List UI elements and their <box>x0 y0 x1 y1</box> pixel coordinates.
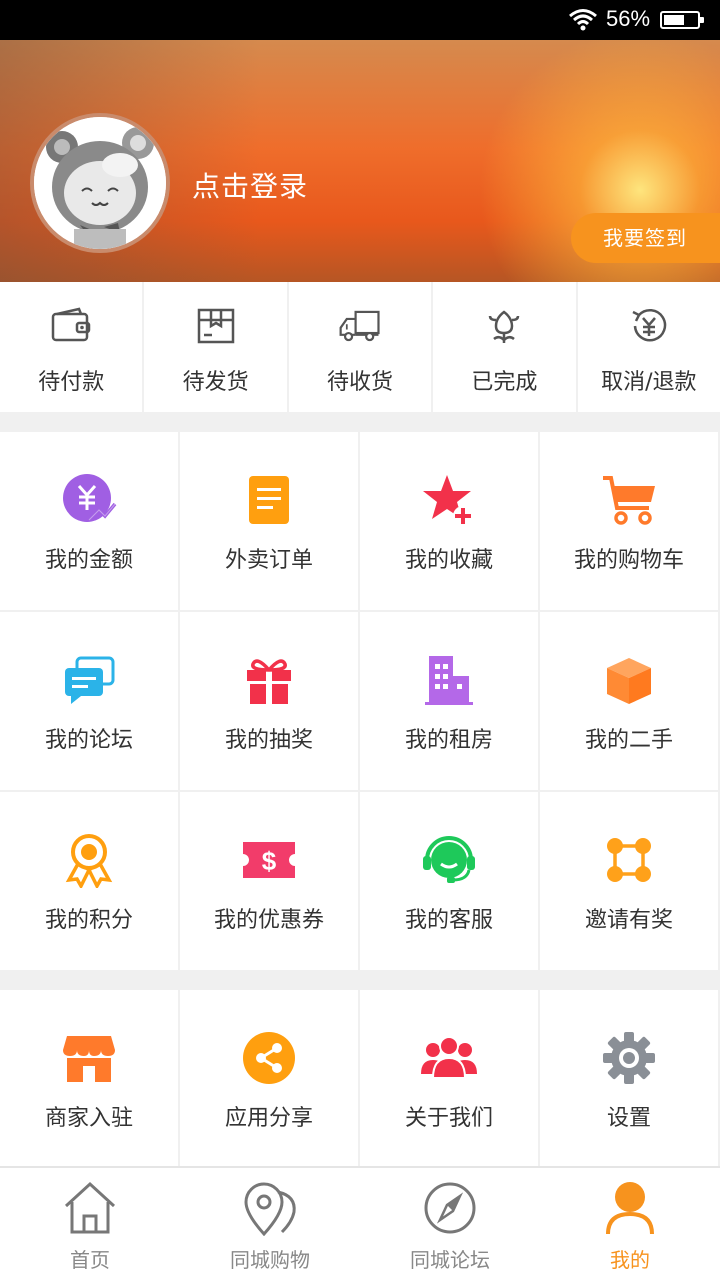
shopping-cart-icon <box>603 476 655 525</box>
battery-icon <box>660 11 704 29</box>
compass-icon <box>424 1182 476 1234</box>
menu-takeout-orders[interactable]: 外卖订单 <box>180 432 358 610</box>
status-bar: 56% <box>0 0 720 40</box>
user-profile-icon <box>606 1182 654 1235</box>
money-yuan-icon <box>63 474 117 522</box>
menu-my-coupons[interactable]: $ 我的优惠券 <box>180 792 358 970</box>
order-pending-receipt[interactable]: 待收货 <box>289 282 434 412</box>
menu-invite-reward[interactable]: 邀请有奖 <box>540 792 718 970</box>
menu-label: 设置 <box>606 1106 651 1131</box>
menu-label: 我的租房 <box>404 728 493 753</box>
chat-bubbles-icon <box>65 656 115 704</box>
order-label: 已完成 <box>471 370 538 395</box>
order-label: 待付款 <box>38 370 105 395</box>
menu-my-balance[interactable]: 我的金额 <box>0 432 178 610</box>
order-pending-payment[interactable]: 待付款 <box>0 282 145 412</box>
menu-app-share[interactable]: 应用分享 <box>180 990 358 1168</box>
package-box-icon <box>197 308 234 344</box>
login-prompt[interactable]: 点击登录 <box>192 165 308 205</box>
nav-local-forum[interactable]: 同城论坛 <box>360 1168 540 1280</box>
menu-customer-service[interactable]: 我的客服 <box>360 792 538 970</box>
location-map-icon <box>244 1182 296 1236</box>
menu-grid-secondary: 商家入驻 应用分享 关于我们 设置 <box>0 990 720 1168</box>
menu-label: 我的二手 <box>584 728 673 753</box>
menu-my-points[interactable]: 我的积分 <box>0 792 178 970</box>
wallet-icon <box>51 307 91 342</box>
order-status-row: 待付款 待发货 待收货 已完成 取消/退款 <box>0 282 720 412</box>
nav-mine[interactable]: 我的 <box>540 1168 720 1280</box>
cube-box-icon <box>607 658 651 704</box>
gift-icon <box>247 659 291 704</box>
nav-local-shopping[interactable]: 同城购物 <box>180 1168 360 1280</box>
refund-yuan-icon <box>632 308 667 342</box>
order-document-icon <box>249 476 289 524</box>
menu-label: 我的收藏 <box>404 548 493 573</box>
menu-label: 我的积分 <box>44 908 133 933</box>
menu-label: 我的抽奖 <box>224 728 313 753</box>
bottom-nav: 首页 同城购物 同城论坛 我的 <box>0 1166 720 1280</box>
nav-label: 同城购物 <box>230 1248 310 1272</box>
nav-label: 同城论坛 <box>410 1248 490 1272</box>
order-label: 取消/退款 <box>601 370 697 395</box>
menu-settings[interactable]: 设置 <box>540 990 718 1168</box>
profile-header: 点击登录 我要签到 <box>0 40 720 282</box>
wifi-icon <box>569 9 597 31</box>
menu-about-us[interactable]: 关于我们 <box>360 990 538 1168</box>
order-cancel-refund[interactable]: 取消/退款 <box>578 282 720 412</box>
award-ribbon-icon <box>65 834 113 888</box>
menu-grid: 我的金额 外卖订单 我的收藏 我的购物车 我的论坛 我的抽奖 我的租房 我的二手… <box>0 432 720 970</box>
cartoon-bear-avatar <box>34 117 166 249</box>
menu-label: 我的金额 <box>44 548 133 573</box>
home-icon <box>64 1181 116 1234</box>
svg-text:$: $ <box>262 846 277 876</box>
nav-home[interactable]: 首页 <box>0 1168 180 1280</box>
menu-label: 我的客服 <box>404 908 493 933</box>
share-icon <box>243 1032 295 1084</box>
menu-shopping-cart[interactable]: 我的购物车 <box>540 432 718 610</box>
menu-merchant-join[interactable]: 商家入驻 <box>0 990 178 1168</box>
menu-label: 外卖订单 <box>224 548 313 573</box>
storefront-icon <box>63 1036 115 1082</box>
menu-label: 我的购物车 <box>573 548 684 573</box>
nav-label: 首页 <box>70 1248 110 1272</box>
menu-label: 邀请有奖 <box>584 908 673 933</box>
nav-label: 我的 <box>610 1248 650 1272</box>
order-label: 待收货 <box>327 370 394 395</box>
group-people-icon <box>421 1036 477 1079</box>
order-label: 待发货 <box>182 370 249 395</box>
checkin-button[interactable]: 我要签到 <box>571 213 720 263</box>
flower-icon <box>489 310 520 343</box>
menu-label: 应用分享 <box>224 1106 313 1131</box>
building-icon <box>425 656 473 705</box>
menu-label: 商家入驻 <box>44 1106 133 1131</box>
headset-icon <box>423 836 475 883</box>
menu-my-lottery[interactable]: 我的抽奖 <box>180 612 358 790</box>
avatar[interactable] <box>30 113 170 253</box>
delivery-truck-icon <box>339 310 380 342</box>
battery-percentage: 56% <box>606 6 651 31</box>
order-completed[interactable]: 已完成 <box>433 282 578 412</box>
menu-label: 我的优惠券 <box>213 908 324 933</box>
star-plus-icon <box>423 475 473 526</box>
menu-label: 我的论坛 <box>44 728 133 753</box>
menu-my-secondhand[interactable]: 我的二手 <box>540 612 718 790</box>
menu-my-forum[interactable]: 我的论坛 <box>0 612 178 790</box>
invite-nodes-icon <box>607 838 651 882</box>
order-pending-shipment[interactable]: 待发货 <box>144 282 289 412</box>
menu-label: 关于我们 <box>404 1106 493 1131</box>
gear-icon <box>603 1032 655 1084</box>
menu-my-rental[interactable]: 我的租房 <box>360 612 538 790</box>
menu-my-favorites[interactable]: 我的收藏 <box>360 432 538 610</box>
coupon-dollar-icon: $ <box>243 842 295 878</box>
